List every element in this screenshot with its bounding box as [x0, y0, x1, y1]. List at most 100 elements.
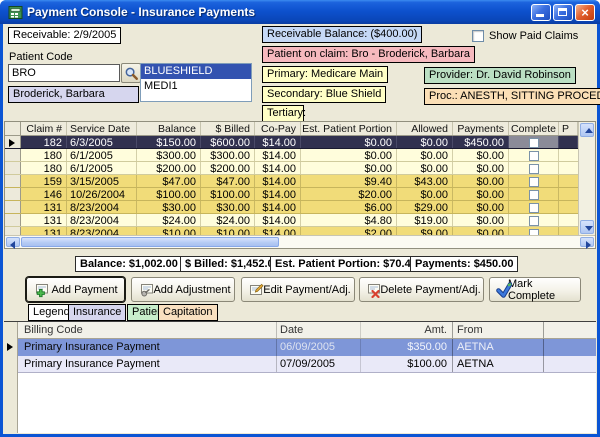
claims-row[interactable]: 146 10/26/2004 $100.00 $100.00 $14.00 $2… — [5, 188, 578, 201]
cell-payments: $0.00 — [453, 201, 509, 213]
scroll-down-button[interactable] — [580, 220, 594, 234]
payments-grid: Billing Code Date Amt. From Primary Insu… — [4, 321, 596, 433]
add-payment-button[interactable]: Add Payment — [26, 277, 125, 302]
checkbox-icon[interactable] — [529, 164, 539, 174]
complete-checkbox[interactable] — [509, 214, 559, 226]
scrollbar-thumb[interactable] — [21, 237, 279, 247]
cell-billed: $24.00 — [201, 214, 255, 226]
col-from[interactable]: From — [452, 322, 544, 338]
close-button[interactable]: × — [575, 4, 595, 21]
col-copay[interactable]: Co-Pay — [255, 122, 301, 135]
row-selector — [5, 175, 21, 187]
cell-partial — [559, 149, 578, 161]
cell-est: $4.80 — [301, 214, 397, 226]
col-complete[interactable]: Complete — [509, 122, 559, 135]
col-partial[interactable]: P — [559, 122, 578, 135]
checkbox-icon[interactable] — [529, 216, 539, 226]
checkbox-icon[interactable] — [529, 190, 539, 200]
claims-row[interactable]: 131 8/23/2004 $24.00 $24.00 $14.00 $4.80… — [5, 214, 578, 227]
cell-partial — [559, 188, 578, 200]
arrow-down-icon — [585, 226, 593, 231]
patient-search-button[interactable] — [121, 63, 141, 83]
cell-billed: $47.00 — [201, 175, 255, 187]
insurance-list-item[interactable]: BLUESHIELD — [141, 64, 251, 79]
col-claim[interactable]: Claim # — [21, 122, 67, 135]
total-payments: Payments: $450.00 — [410, 256, 518, 272]
arrow-right-icon — [586, 241, 591, 249]
mark-complete-button[interactable]: Mark Complete — [489, 277, 581, 302]
col-est-patient-portion[interactable]: Est. Patient Portion — [301, 122, 397, 135]
title-bar[interactable]: Payment Console - Insurance Payments × — [0, 0, 600, 24]
cell-claim: 180 — [21, 162, 67, 174]
col-payments[interactable]: Payments — [453, 122, 509, 135]
scroll-up-button[interactable] — [580, 123, 594, 137]
cell-date: 07/09/2005 — [276, 356, 360, 372]
minimize-icon — [536, 14, 544, 17]
insurance-list-item[interactable]: MEDI1 — [141, 79, 251, 94]
cell-est: $0.00 — [301, 149, 397, 161]
complete-checkbox[interactable] — [509, 201, 559, 213]
claims-grid: Claim # Service Date Balance $ Billed Co… — [4, 121, 596, 249]
vertical-scrollbar[interactable] — [578, 122, 595, 235]
edit-payment-button[interactable]: Edit Payment/Adj. — [241, 277, 355, 302]
cell-partial — [559, 136, 578, 148]
complete-checkbox[interactable] — [509, 175, 559, 187]
checkbox-icon[interactable] — [472, 30, 484, 42]
payment-row[interactable]: Primary Insurance Payment 07/09/2005 $10… — [18, 356, 596, 373]
col-billed[interactable]: $ Billed — [201, 122, 255, 135]
cell-balance: $10.00 — [137, 227, 201, 235]
complete-checkbox[interactable] — [509, 136, 559, 148]
secondary-coverage-label: Secondary: Blue Shield — [262, 86, 386, 103]
current-row-icon — [7, 343, 13, 351]
cell-copay: $14.00 — [255, 188, 301, 200]
insurance-listbox[interactable]: BLUESHIELD MEDI1 — [140, 63, 252, 102]
col-amt[interactable]: Amt. — [360, 322, 452, 338]
col-billing-code[interactable]: Billing Code — [18, 322, 276, 338]
scroll-right-button[interactable] — [580, 237, 594, 247]
cell-billed: $100.00 — [201, 188, 255, 200]
add-adjustment-button[interactable]: Add Adjustment — [131, 277, 235, 302]
cell-partial — [559, 227, 578, 235]
maximize-button[interactable] — [553, 4, 573, 21]
cell-balance: $300.00 — [137, 149, 201, 161]
cell-billing-code: Primary Insurance Payment — [18, 356, 276, 372]
complete-checkbox[interactable] — [509, 149, 559, 161]
cell-balance: $150.00 — [137, 136, 201, 148]
scroll-left-button[interactable] — [6, 237, 20, 247]
complete-checkbox[interactable] — [509, 162, 559, 174]
cell-payments: $450.00 — [453, 136, 509, 148]
claims-row[interactable]: 131 8/23/2004 $30.00 $30.00 $14.00 $6.00… — [5, 201, 578, 214]
minimize-button[interactable] — [531, 4, 551, 21]
checkbox-icon[interactable] — [529, 203, 539, 213]
checkbox-icon[interactable] — [529, 151, 539, 161]
show-paid-claims-checkbox[interactable]: Show Paid Claims — [472, 30, 578, 42]
col-service-date[interactable]: Service Date — [67, 122, 137, 135]
cell-billed: $10.00 — [201, 227, 255, 235]
claims-row[interactable]: 131 8/23/2004 $10.00 $10.00 $14.00 $2.00… — [5, 227, 578, 235]
payment-row-selected[interactable]: Primary Insurance Payment 06/09/2005 $35… — [18, 339, 596, 356]
patient-code-input[interactable] — [8, 64, 120, 82]
claims-grid-header: Claim # Service Date Balance $ Billed Co… — [5, 122, 578, 136]
col-allowed[interactable]: Allowed — [397, 122, 453, 135]
patient-code-label: Patient Code — [9, 51, 73, 63]
cell-claim: 182 — [21, 136, 67, 148]
checkbox-icon[interactable] — [529, 177, 539, 187]
col-balance[interactable]: Balance — [137, 122, 201, 135]
cell-est: $0.00 — [301, 162, 397, 174]
cell-allowed: $0.00 — [397, 188, 453, 200]
claims-row[interactable]: 159 3/15/2005 $47.00 $47.00 $14.00 $9.40… — [5, 175, 578, 188]
claims-row[interactable]: 180 6/1/2005 $200.00 $200.00 $14.00 $0.0… — [5, 162, 578, 175]
claims-row-selected[interactable]: 182 6/3/2005 $150.00 $600.00 $14.00 $0.0… — [5, 136, 578, 149]
total-balance: Balance: $1,002.00 — [75, 256, 183, 272]
delete-payment-button[interactable]: Delete Payment/Adj. — [359, 277, 484, 302]
app-icon — [8, 5, 23, 20]
col-date[interactable]: Date — [276, 322, 360, 338]
complete-checkbox[interactable] — [509, 188, 559, 200]
complete-checkbox[interactable] — [509, 227, 559, 235]
horizontal-scrollbar[interactable] — [5, 235, 595, 248]
checkbox-icon[interactable] — [529, 138, 539, 148]
cell-copay: $14.00 — [255, 149, 301, 161]
claims-row[interactable]: 180 6/1/2005 $300.00 $300.00 $14.00 $0.0… — [5, 149, 578, 162]
search-icon — [124, 66, 139, 81]
cell-partial — [559, 201, 578, 213]
